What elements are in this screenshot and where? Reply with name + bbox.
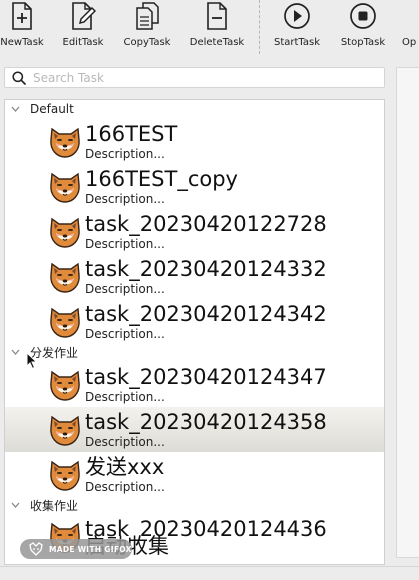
stop-task-label: StopTask [340, 37, 386, 48]
task-name: task_20230420122728 [85, 212, 327, 236]
task-name: 166TEST [85, 122, 178, 146]
shiba-avatar-icon [48, 215, 82, 249]
edit-file-icon [68, 0, 98, 32]
group-collect[interactable]: 收集作业 [5, 496, 78, 514]
chevron-down-icon[interactable] [10, 104, 20, 114]
search-box [4, 67, 385, 88]
copy-task-button[interactable]: CopyTask [122, 0, 172, 56]
mouse-cursor-icon [26, 352, 38, 370]
toolbar-separator [259, 0, 260, 54]
gifox-watermark: MADE WITH GIFOX [20, 539, 132, 559]
more-button[interactable]: Op [402, 0, 419, 56]
edit-task-button[interactable]: EditTask [60, 0, 106, 56]
more-icon [402, 0, 419, 32]
delete-task-button[interactable]: DeleteTask [189, 0, 245, 56]
gifox-logo-icon [29, 542, 43, 556]
task-name: 166TEST_copy [85, 167, 238, 191]
group-label: 收集作业 [30, 498, 79, 513]
task-description: Description... [85, 192, 165, 206]
task-row-selected[interactable]: task_20230420124358 Description... [5, 407, 384, 452]
detail-pane [396, 67, 419, 558]
task-name: 发送xxx [85, 455, 165, 479]
task-row[interactable]: 166TEST Description... [5, 119, 384, 164]
watermark-text: MADE WITH GIFOX [49, 544, 132, 554]
shiba-avatar-icon [48, 305, 82, 339]
task-description: Description... [85, 282, 165, 296]
stop-icon [348, 0, 378, 32]
shiba-avatar-icon [48, 125, 82, 159]
shiba-avatar-icon [48, 170, 82, 204]
new-task-label: NewTask [0, 37, 44, 48]
toolbar: NewTask EditTask CopyTask DeleteTask Sta… [0, 0, 419, 56]
group-label: Default [30, 102, 74, 116]
task-description: Description... [85, 147, 165, 161]
task-name: task_20230420124342 [85, 302, 327, 326]
task-row[interactable]: 发送xxx Description... [5, 452, 384, 497]
chevron-down-icon[interactable] [10, 347, 20, 357]
shiba-avatar-icon [48, 260, 82, 294]
task-name: task_20230420124358 [85, 410, 327, 434]
shiba-avatar-icon [48, 458, 82, 492]
shiba-avatar-icon [48, 413, 82, 447]
copy-task-label: CopyTask [123, 37, 171, 48]
task-description: Description... [85, 480, 165, 494]
delete-file-icon [202, 0, 232, 32]
start-task-button[interactable]: StartTask [272, 0, 322, 56]
task-description: Description... [85, 327, 165, 341]
new-task-button[interactable]: NewTask [0, 0, 44, 56]
task-description: Description... [85, 237, 165, 251]
status-bar [0, 566, 419, 580]
edit-task-label: EditTask [62, 37, 104, 48]
copy-file-icon [132, 0, 162, 32]
task-row[interactable]: task_20230420124332 Description... [5, 254, 384, 299]
group-distribute[interactable]: 分发作业 [5, 343, 78, 361]
group-default[interactable]: Default [5, 100, 74, 118]
task-row[interactable]: task_20230420124342 Description... [5, 299, 384, 344]
task-row[interactable]: 166TEST_copy Description... [5, 164, 384, 209]
task-tree: Default 166TEST Description... 166TEST_c… [4, 99, 385, 565]
task-name: task_20230420124347 [85, 365, 327, 389]
task-row[interactable]: task_20230420124347 Description... [5, 362, 384, 407]
chevron-down-icon[interactable] [10, 500, 20, 510]
play-icon [282, 0, 312, 32]
shiba-avatar-icon [48, 368, 82, 402]
task-name: task_20230420124332 [85, 257, 327, 281]
new-file-icon [7, 0, 37, 32]
start-task-label: StartTask [273, 37, 320, 48]
more-label: Op [402, 37, 417, 48]
search-input[interactable] [33, 70, 363, 85]
task-description: Description... [85, 390, 165, 404]
task-description: Description... [85, 435, 165, 449]
task-row[interactable]: task_20230420122728 Description... [5, 209, 384, 254]
delete-task-label: DeleteTask [189, 37, 245, 48]
search-icon [11, 70, 27, 86]
stop-task-button[interactable]: StopTask [338, 0, 388, 56]
